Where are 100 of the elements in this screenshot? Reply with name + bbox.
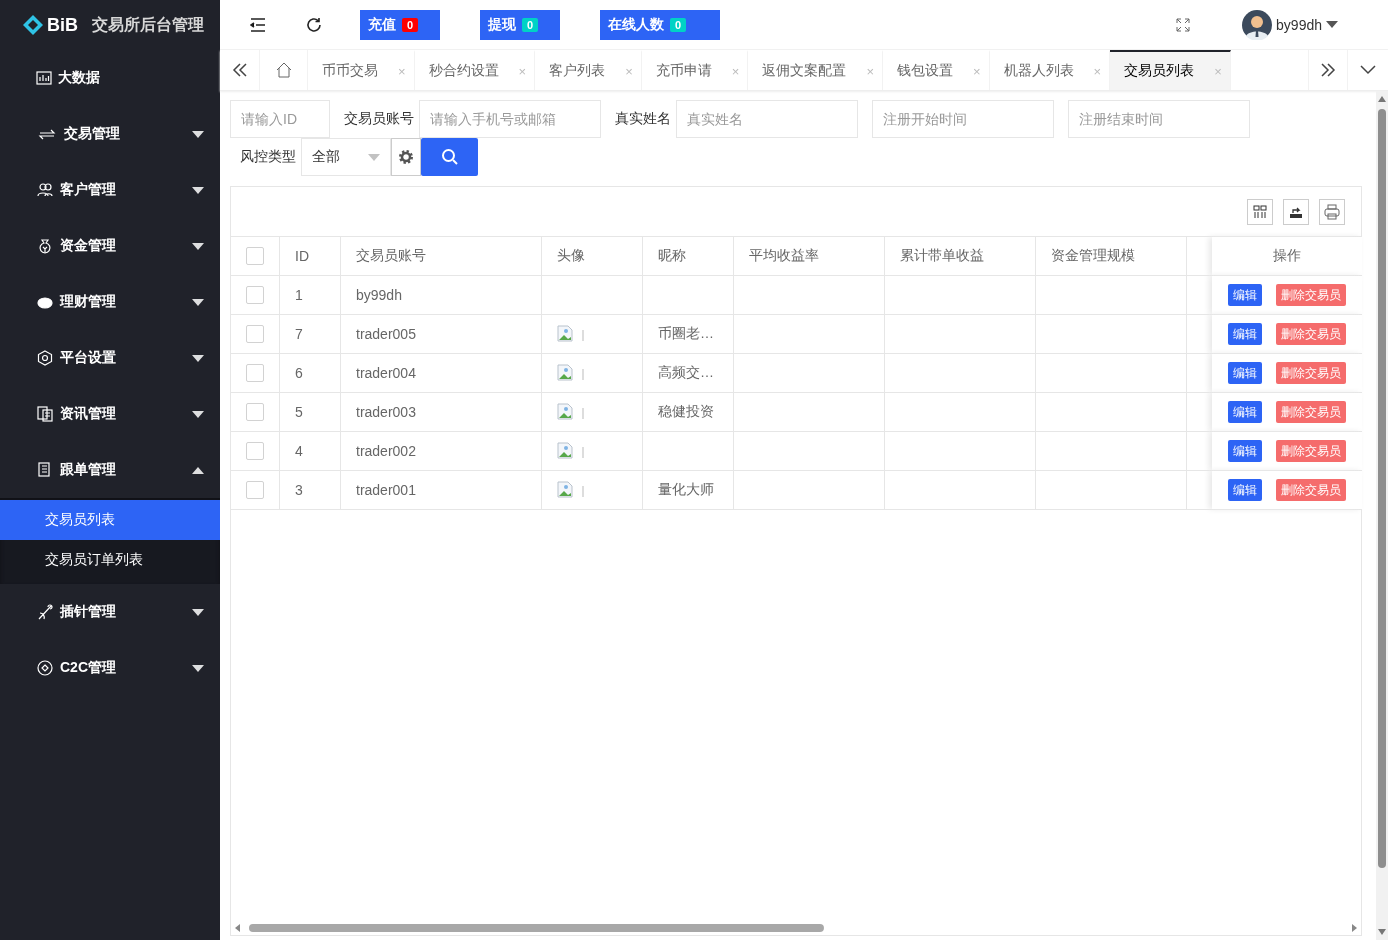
- stat-button[interactable]: 在线人数 0: [600, 9, 720, 40]
- page-tab[interactable]: 交易员列表 ×: [1110, 50, 1231, 90]
- column-header: 累计带单收益: [885, 237, 1036, 275]
- sidebar-item[interactable]: 客户管理: [0, 162, 220, 218]
- delete-button[interactable]: 删除交易员: [1276, 284, 1346, 306]
- page-tab[interactable]: 币币交易 ×: [308, 50, 415, 90]
- sidebar-item[interactable]: 资讯管理: [0, 386, 220, 442]
- row-checkbox[interactable]: [246, 325, 264, 343]
- sidebar-item[interactable]: 资金管理: [0, 218, 220, 274]
- scroll-left-icon[interactable]: [231, 63, 248, 77]
- table-cell: 高频交…: [643, 354, 734, 392]
- broken-image-icon: [557, 403, 585, 421]
- row-checkbox[interactable]: [246, 364, 264, 382]
- name-field[interactable]: 真实姓名: [676, 100, 858, 138]
- fullscreen-icon[interactable]: [1176, 17, 1191, 32]
- columns-icon: [1253, 204, 1267, 219]
- id-field[interactable]: 请输入ID: [230, 100, 330, 138]
- users-icon: [36, 182, 54, 198]
- sidebar-item[interactable]: 平台设置: [0, 330, 220, 386]
- vertical-scrollbar[interactable]: [1376, 91, 1388, 940]
- hexagon-icon: [36, 350, 54, 366]
- edit-button[interactable]: 编辑: [1228, 362, 1262, 384]
- search-icon: [440, 148, 459, 166]
- sidebar-subitem[interactable]: 交易员列表: [0, 500, 220, 540]
- table-cell: trader004: [341, 354, 542, 392]
- column-header: 交易员账号: [341, 237, 542, 275]
- table-cell: trader005: [341, 315, 542, 353]
- print-button[interactable]: [1319, 198, 1345, 225]
- edit-button[interactable]: 编辑: [1228, 323, 1262, 345]
- risk-select[interactable]: 全部: [301, 138, 391, 176]
- delete-button[interactable]: 删除交易员: [1276, 362, 1346, 384]
- avatar-icon: [1242, 9, 1273, 40]
- column-header: 头像: [542, 237, 643, 275]
- table-cell: 6: [280, 354, 341, 392]
- page-tab[interactable]: 返佣文案配置 ×: [748, 50, 883, 90]
- broken-image-icon: [557, 442, 585, 460]
- caret-icon: [368, 153, 380, 161]
- table-cell: 稳健投资: [643, 393, 734, 431]
- column-header: 昵称: [643, 237, 734, 275]
- stat-button[interactable]: 充值 0: [360, 9, 440, 40]
- table-cell: 1: [280, 276, 341, 314]
- column-header: 操作: [1212, 237, 1362, 275]
- count-badge: 0: [402, 17, 419, 32]
- chevron-down-icon[interactable]: [1360, 65, 1376, 75]
- home-icon[interactable]: [275, 62, 292, 78]
- delete-button[interactable]: 删除交易员: [1276, 440, 1346, 462]
- column-header: ID: [280, 237, 341, 275]
- broken-image-icon: [557, 325, 585, 343]
- select-all-checkbox[interactable]: [246, 247, 264, 265]
- page-tab[interactable]: 客户列表 ×: [535, 50, 642, 90]
- count-badge: 0: [522, 17, 539, 32]
- page-tab[interactable]: 充币申请 ×: [641, 50, 749, 90]
- delete-button[interactable]: 删除交易员: [1276, 323, 1346, 345]
- horizontal-scrollbar[interactable]: [235, 923, 1357, 933]
- chart-icon: [36, 70, 52, 86]
- caret-icon[interactable]: [1326, 21, 1338, 28]
- documents-icon: [36, 406, 54, 422]
- count-badge: 0: [670, 17, 687, 32]
- table-cell: by99dh: [341, 276, 542, 314]
- table-cell: trader001: [341, 471, 542, 509]
- table-cell: trader003: [341, 393, 542, 431]
- table-cell: 币圈老…: [643, 315, 734, 353]
- table-cell: 4: [280, 432, 341, 470]
- end-date-field[interactable]: 注册结束时间: [1068, 100, 1250, 138]
- sidebar-item[interactable]: 跟单管理: [0, 442, 220, 498]
- edit-button[interactable]: 编辑: [1228, 284, 1262, 306]
- edit-button[interactable]: 编辑: [1228, 401, 1262, 423]
- search-button[interactable]: [421, 138, 478, 176]
- field-label: 真实姓名: [614, 110, 672, 128]
- scroll-right-icon[interactable]: [1320, 63, 1336, 77]
- page-tab[interactable]: 秒合约设置 ×: [414, 50, 536, 90]
- sidebar-item[interactable]: C2C管理: [0, 640, 220, 696]
- sidebar-subitem[interactable]: 交易员订单列表: [0, 540, 220, 580]
- account-field[interactable]: 请输入手机号或邮箱: [419, 100, 601, 138]
- row-checkbox[interactable]: [246, 481, 264, 499]
- page-tab[interactable]: 机器人列表 ×: [989, 50, 1111, 90]
- user-name[interactable]: by99dh: [1276, 16, 1322, 33]
- sidebar-item[interactable]: 理财管理: [0, 274, 220, 330]
- stat-button[interactable]: 提现 0: [480, 9, 560, 40]
- table-cell: 量化大师: [643, 471, 734, 509]
- row-checkbox[interactable]: [246, 286, 264, 304]
- columns-button[interactable]: [1247, 198, 1273, 225]
- settings-button[interactable]: [391, 138, 421, 176]
- row-checkbox[interactable]: [246, 403, 264, 421]
- row-checkbox[interactable]: [246, 442, 264, 460]
- page-tab[interactable]: 钱包设置 ×: [882, 50, 990, 90]
- start-date-field[interactable]: 注册开始时间: [872, 100, 1054, 138]
- table-cell: 5: [280, 393, 341, 431]
- scroll-up-icon[interactable]: [1377, 95, 1387, 103]
- delete-button[interactable]: 删除交易员: [1276, 479, 1346, 501]
- export-button[interactable]: [1283, 198, 1309, 225]
- edit-button[interactable]: 编辑: [1228, 479, 1262, 501]
- sidebar-item[interactable]: 大数据: [0, 50, 220, 106]
- sidebar-item[interactable]: 插针管理: [0, 584, 220, 640]
- brand-logo: BiB: [22, 14, 78, 36]
- gear-icon: [398, 149, 414, 165]
- edit-button[interactable]: 编辑: [1228, 440, 1262, 462]
- scroll-down-icon[interactable]: [1377, 928, 1387, 936]
- sidebar-item[interactable]: 交易管理: [0, 106, 220, 162]
- delete-button[interactable]: 删除交易员: [1276, 401, 1346, 423]
